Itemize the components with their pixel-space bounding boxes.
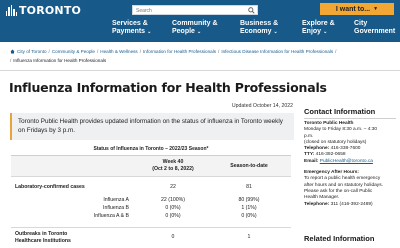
row-label: Laboratory-confirmed cases — [15, 184, 85, 190]
column-header-week: Week 40 (Oct 2 to 8, 2022) — [137, 159, 209, 172]
i-want-to-label: I want to... — [335, 5, 371, 13]
breadcrumb-separator: / — [139, 49, 141, 54]
cell-season: 0 (0%) — [241, 213, 257, 219]
breadcrumb-link[interactable]: City of Toronto — [17, 49, 47, 54]
cell-season: 1 — [247, 234, 251, 240]
nav-community-people[interactable]: Community & People ⌄ — [172, 20, 238, 36]
nav-label-line2: Government — [354, 28, 396, 35]
cell-week: 0 — [171, 234, 175, 240]
nav-label-line1: Community & — [172, 20, 218, 27]
breadcrumb-separator: / — [218, 49, 220, 54]
chevron-down-icon: ⌄ — [196, 29, 202, 35]
nav-services-payments[interactable]: Services & Payments ⌄ — [112, 20, 178, 36]
cell-season: 1 (1%) — [241, 205, 257, 211]
breadcrumb-link[interactable]: Infectious Disease Information for Healt… — [221, 49, 333, 54]
divider — [304, 118, 396, 119]
nav-label-line1: Business & — [240, 20, 279, 27]
telephone-value: 416-338-7600 — [330, 146, 361, 152]
i-want-to-button[interactable]: I want to... ▼ — [320, 3, 394, 15]
column-header-week-line2: (Oct 2 to 8, 2022) — [152, 165, 194, 172]
email-label: Email: — [304, 158, 319, 164]
row-label: Outbreaks in Toronto Healthcare Institut… — [15, 231, 135, 244]
chevron-down-icon: ⌄ — [147, 29, 152, 35]
cell-week: 0 (0%) — [165, 213, 181, 219]
cell-season: 81 — [246, 184, 252, 190]
tty-label: TTY: — [304, 152, 315, 158]
logo-text: TORONTO — [18, 3, 82, 17]
search-input[interactable] — [136, 7, 244, 14]
nav-label-line1: City — [354, 20, 368, 27]
info-callout: Toronto Public Health provides updated i… — [10, 113, 294, 140]
breadcrumb-link[interactable]: Community & People — [52, 49, 95, 54]
related-info-heading: Related Information — [304, 234, 375, 243]
main-nav: Services & Payments ⌄ Community & People ⌄… — [0, 18, 400, 42]
row-label-line2: Healthcare Institutions — [15, 237, 71, 244]
page-title: Influenza Information for Health Profess… — [9, 80, 327, 95]
chevron-down-icon: ⌄ — [273, 29, 278, 35]
toronto-logo[interactable]: TORONTO — [6, 3, 82, 17]
contact-info: Toronto Public Health Monday to Friday 8… — [304, 121, 398, 208]
telephone-label: Telephone: — [304, 146, 330, 152]
home-icon[interactable] — [10, 49, 15, 54]
influenza-status-table: Week 40 (Oct 2 to 8, 2022) Season-to-dat… — [11, 155, 291, 244]
breadcrumb-current: Influenza Information for Health Profess… — [13, 58, 107, 63]
row-sublabel: Influenza B — [103, 205, 129, 211]
contact-info-heading: Contact Information — [304, 107, 376, 116]
table-row-lab-cases: Laboratory-confirmed cases 22 81 Influen… — [11, 177, 291, 228]
nav-label-line2: People — [172, 28, 195, 35]
chevron-down-icon: ⌄ — [323, 29, 328, 35]
nav-city-government[interactable]: City Government — [354, 20, 400, 36]
city-hall-logo-icon — [6, 4, 17, 16]
emergency-heading: Emergency After Hours: — [304, 170, 360, 176]
table-header-row: Week 40 (Oct 2 to 8, 2022) Season-to-dat… — [11, 156, 291, 177]
search-box[interactable] — [132, 5, 258, 15]
emergency-telephone-value: 311 (416-392-2489) — [330, 201, 373, 207]
cell-week: 0 (0%) — [165, 205, 181, 211]
row-sublabel: Influenza A — [103, 197, 129, 203]
tty-value: 416-392-0658 — [315, 152, 346, 158]
nav-label-line2: Payments — [112, 28, 146, 35]
emergency-telephone-label: Telephone: — [304, 201, 330, 207]
breadcrumb: City of Toronto / Community & People / Healt… — [10, 47, 395, 65]
nav-label-line2: Enjoy — [302, 28, 322, 35]
breadcrumb-separator: / — [10, 58, 12, 63]
email-link[interactable]: PublicHealth@toronto.ca — [320, 159, 373, 164]
column-header-season: Season-to-date — [230, 163, 268, 169]
divider — [0, 70, 400, 71]
nav-business-economy[interactable]: Business & Economy ⌄ — [240, 20, 306, 36]
search-icon[interactable] — [248, 7, 255, 14]
nav-label-line2: Economy — [240, 28, 272, 35]
breadcrumb-link[interactable]: Information for Health Professionals — [143, 49, 216, 54]
table-row-outbreaks: Outbreaks in Toronto Healthcare Institut… — [11, 228, 291, 248]
breadcrumb-separator: / — [96, 49, 99, 54]
nav-label-line1: Services & — [112, 20, 148, 27]
table-caption: Status of Influenza in Toronto – 2022/23… — [93, 146, 209, 152]
row-sublabel: Influenza A & B — [93, 213, 129, 219]
breadcrumb-separator: / — [335, 49, 337, 54]
breadcrumb-link[interactable]: Health & Wellness — [100, 49, 137, 54]
cell-week: 22 — [170, 184, 176, 190]
breadcrumb-separator: / — [48, 49, 50, 54]
chevron-down-icon: ▼ — [373, 6, 379, 12]
updated-date: Updated October 14, 2022 — [231, 103, 293, 109]
site-header: TORONTO I want to... ▼ Services & Paymen… — [0, 0, 400, 42]
cell-week: 22 (100%) — [161, 197, 185, 203]
cell-season: 80 (99%) — [238, 197, 260, 203]
